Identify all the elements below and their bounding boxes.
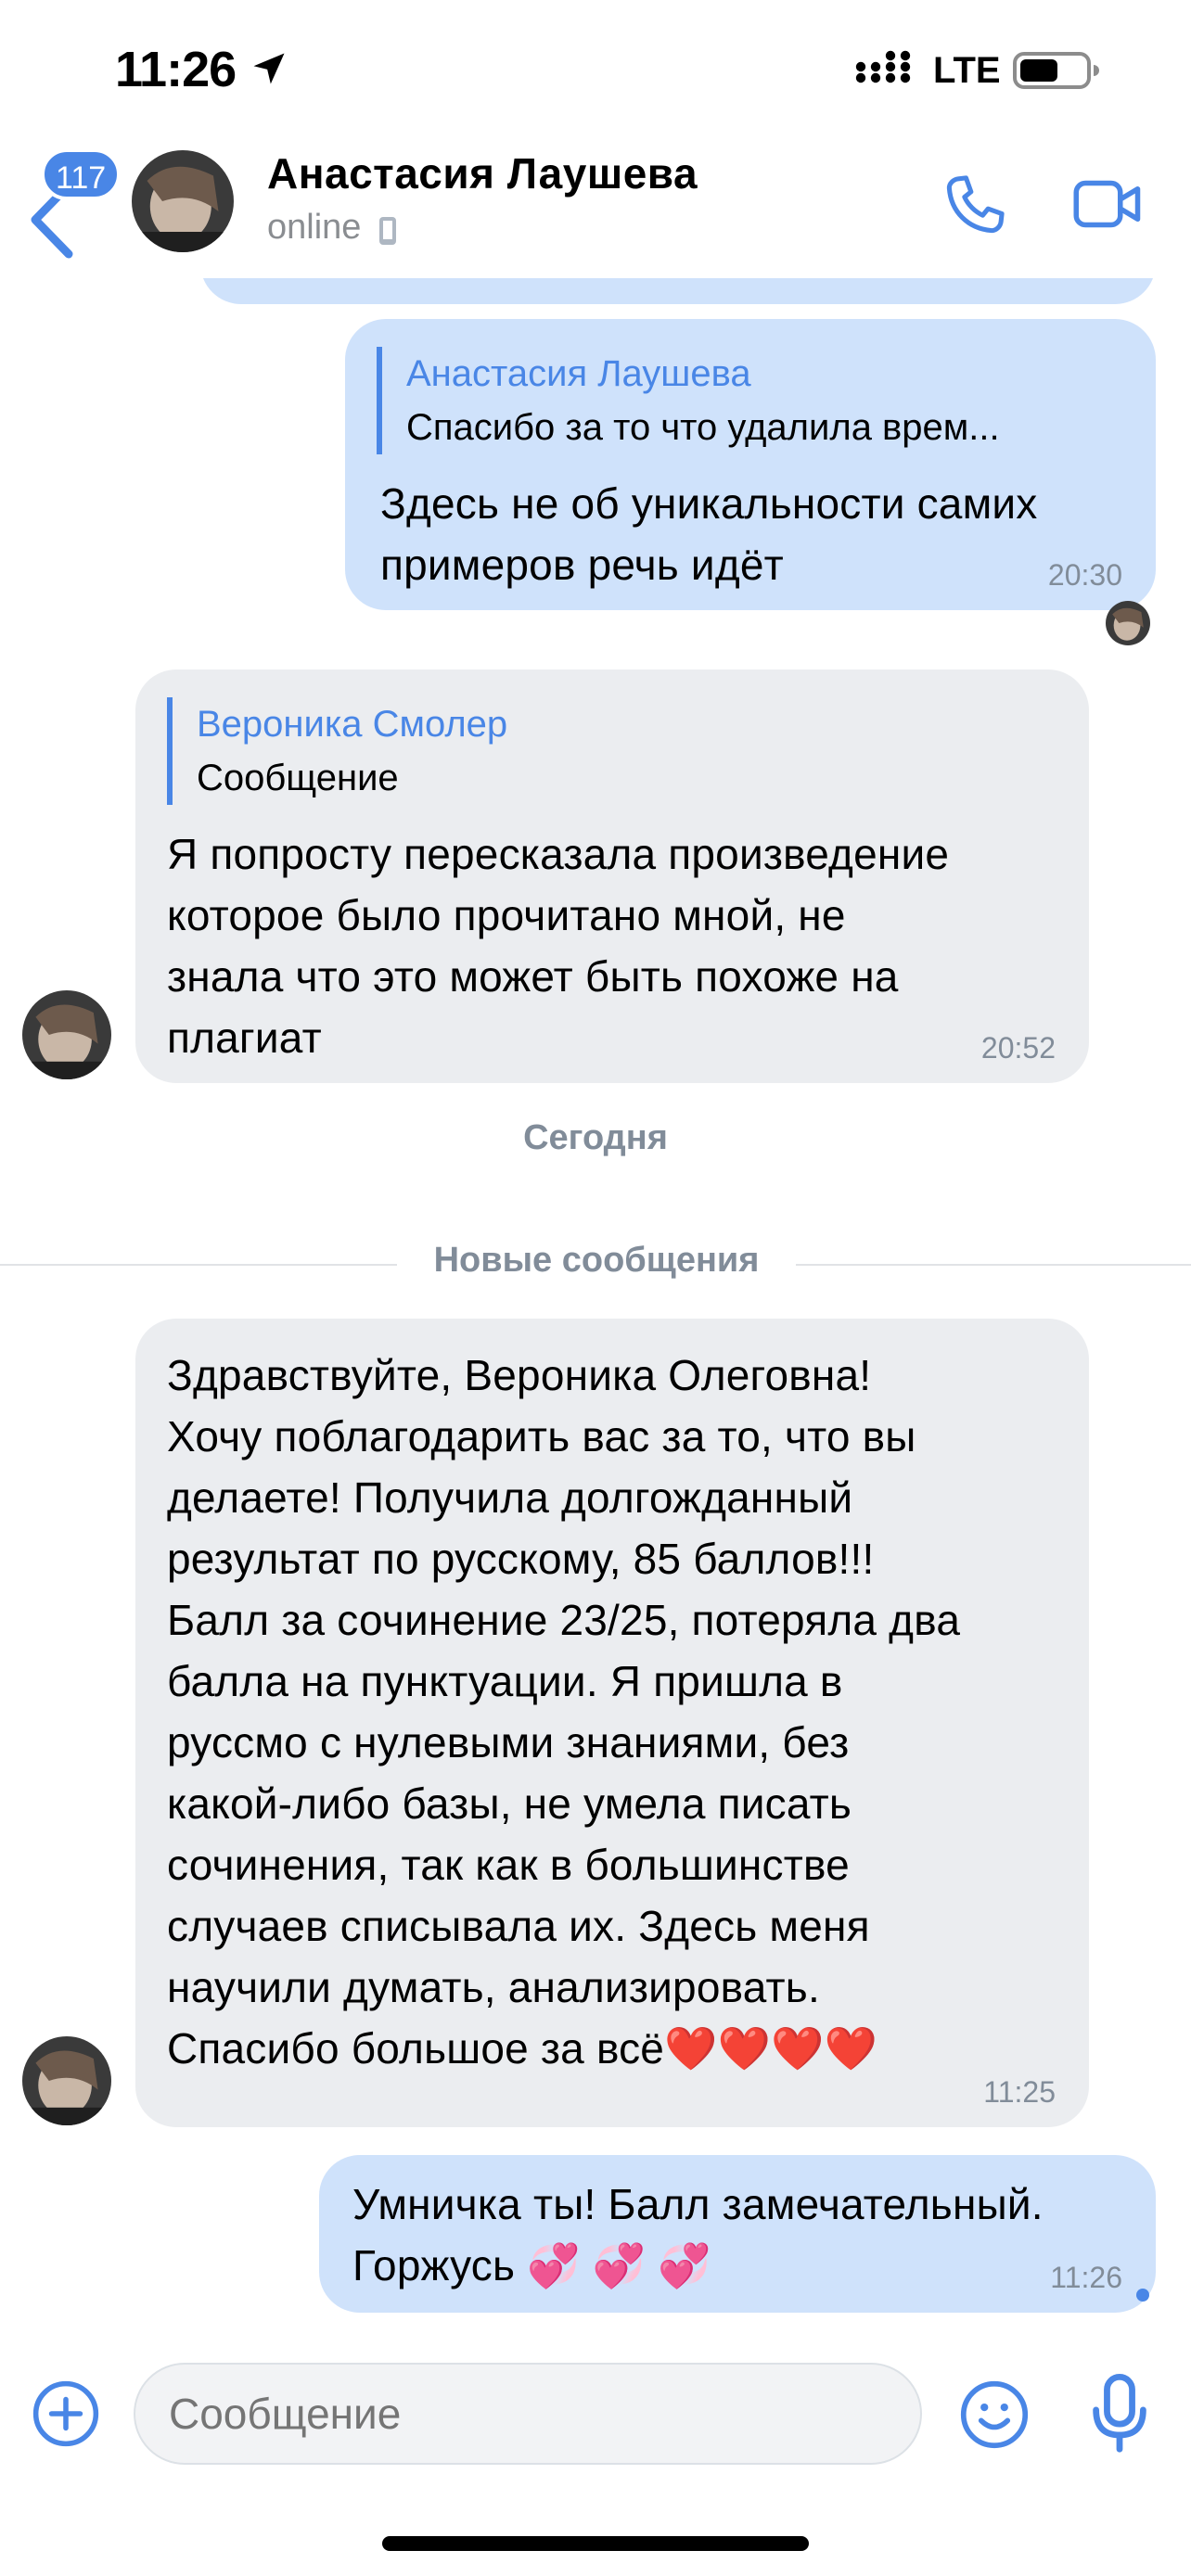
chat-header: 117 Анастасия Лаушева online xyxy=(0,139,1191,278)
unread-indicator xyxy=(1136,2289,1149,2302)
message-line: балла на пунктуации. Я пришла в xyxy=(167,1657,843,1705)
message-composer xyxy=(0,2337,1191,2485)
message-line: Горжусь 💞 💞 💞 xyxy=(352,2241,711,2289)
date-separator: Сегодня xyxy=(523,1118,668,1157)
smile-icon[interactable] xyxy=(959,2379,1030,2450)
plus-icon[interactable] xyxy=(32,2379,100,2448)
message-time: 20:52 xyxy=(980,1031,1056,1065)
message-line: Умничка ты! Балл замечательный. xyxy=(352,2180,1044,2228)
message-line: Я попросту пересказала произведение xyxy=(167,830,950,878)
home-indicator[interactable] xyxy=(382,2536,809,2551)
unread-count-badge[interactable]: 117 xyxy=(41,148,122,200)
mobile-device-icon xyxy=(379,217,396,245)
status-bar: 11:26 LTE xyxy=(0,0,1191,139)
message-line: Спасибо большое за всё❤️❤️❤️❤️ xyxy=(167,2024,877,2072)
message-line: научили думать, анализировать. xyxy=(167,1963,820,2011)
reply-author: Анастасия Лаушева xyxy=(406,353,751,394)
read-receipt-avatar xyxy=(1106,601,1150,645)
message-bubble-incoming[interactable]: Вероника Смолер Сообщение Я попросту пер… xyxy=(135,670,1089,1083)
reply-quote[interactable]: Вероника Смолер Сообщение xyxy=(167,697,507,805)
video-call-icon[interactable] xyxy=(1072,176,1143,232)
message-line: сочинения, так как в большинстве xyxy=(167,1841,850,1889)
message-text: Я попросту пересказала произведение кото… xyxy=(167,823,949,1068)
battery-icon xyxy=(1013,52,1099,89)
message-line: какой-либо базы, не умела писать xyxy=(167,1779,852,1828)
phone-call-icon[interactable] xyxy=(939,171,1009,241)
message-time: 20:30 xyxy=(1047,558,1122,592)
message-line: Здесь не об уникальности самих xyxy=(380,479,1038,528)
message-line: плагиат xyxy=(167,1014,322,1062)
message-bubble-outgoing[interactable]: Умничка ты! Балл замечательный. Горжусь … xyxy=(319,2155,1156,2313)
message-text: Здесь не об уникальности самих примеров … xyxy=(380,473,1038,595)
reply-text: Сообщение xyxy=(197,758,399,798)
message-input[interactable] xyxy=(134,2363,922,2465)
sender-avatar[interactable] xyxy=(22,2036,111,2125)
reply-quote[interactable]: Анастасия Лаушева Спасибо за то что удал… xyxy=(377,347,1000,454)
message-line: делаете! Получила долгожданный xyxy=(167,1473,853,1522)
message-line: Хочу поблагодарить вас за то, что вы xyxy=(167,1412,916,1460)
microphone-icon[interactable] xyxy=(1091,2374,1148,2455)
signal-strength-icon xyxy=(855,50,911,83)
message-line: примеров речь идёт xyxy=(380,541,784,589)
message-line: случаев списывала их. Здесь меня xyxy=(167,1902,870,1950)
message-line: знала что это может быть похоже на xyxy=(167,952,899,1001)
reply-text: Спасибо за то что удалила врем... xyxy=(406,407,1000,448)
network-type: LTE xyxy=(933,50,1001,91)
contact-name[interactable]: Анастасия Лаушева xyxy=(267,148,698,198)
message-line: которое было прочитано мной, не xyxy=(167,891,846,939)
reply-author: Вероника Смолер xyxy=(197,704,508,745)
status-time: 11:26 xyxy=(115,42,237,97)
new-messages-label: Новые сообщения xyxy=(397,1241,796,1281)
contact-online-status: online xyxy=(267,208,362,247)
message-time: 11:25 xyxy=(983,2075,1056,2109)
message-line: Балл за сочинение 23/25, потеряла два xyxy=(167,1596,961,1644)
message-line: руссмо с нулевыми знаниями, без xyxy=(167,1718,850,1766)
message-line: Здравствуйте, Вероника Олеговна! xyxy=(167,1351,872,1399)
message-bubble-incoming[interactable]: Здравствуйте, Вероника Олеговна! Хочу по… xyxy=(135,1319,1089,2127)
message-line: результат по русскому, 85 баллов!!! xyxy=(167,1535,875,1583)
message-text: Умничка ты! Балл замечательный. Горжусь … xyxy=(352,2174,1044,2296)
location-arrow-icon xyxy=(253,53,285,84)
message-bubble-outgoing[interactable]: Анастасия Лаушева Спасибо за то что удал… xyxy=(345,319,1156,610)
contact-avatar[interactable] xyxy=(132,150,234,252)
sender-avatar[interactable] xyxy=(22,990,111,1079)
message-text: Здравствуйте, Вероника Олеговна! Хочу по… xyxy=(167,1345,960,2079)
message-time: 11:26 xyxy=(1050,2261,1122,2294)
